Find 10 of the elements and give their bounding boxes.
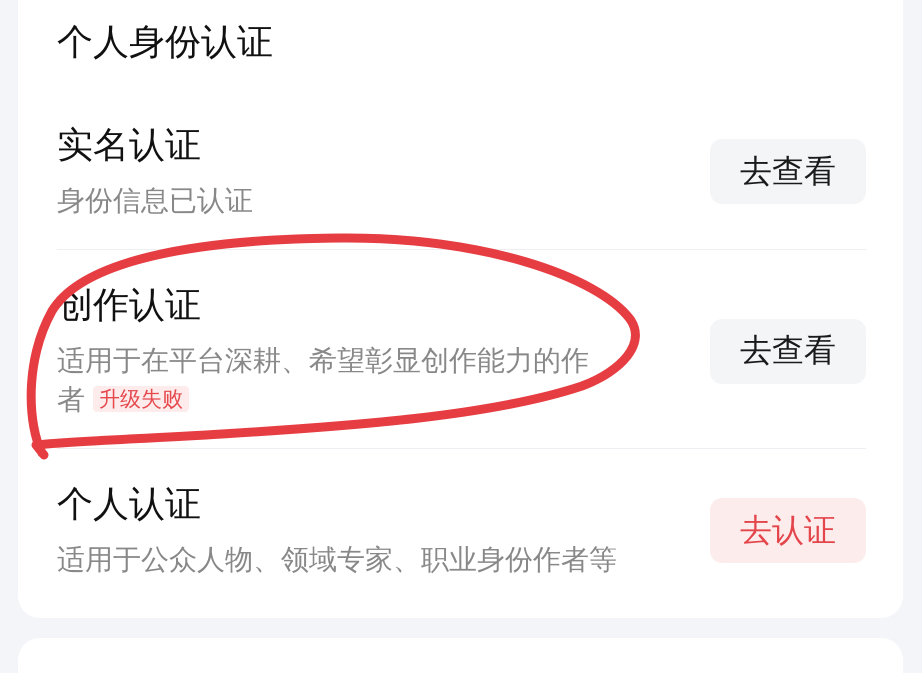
action-button[interactable]: 去认证: [710, 498, 866, 563]
item-description: 身份信息已认证: [57, 183, 254, 219]
item-description: 适用于公众人物、领域专家、职业身份作者等: [57, 542, 618, 578]
item-title: 实名认证: [57, 124, 202, 168]
section-title: 个人身份认证: [57, 21, 274, 65]
status-tag: 升级失败: [93, 386, 189, 412]
item-description: 适用于在平台深耕、希望彰显创作能力的作者 升级失败: [57, 343, 590, 418]
action-button[interactable]: 去查看: [710, 318, 866, 384]
item-title: 个人认证: [57, 483, 202, 527]
action-button[interactable]: 去查看: [710, 139, 866, 204]
